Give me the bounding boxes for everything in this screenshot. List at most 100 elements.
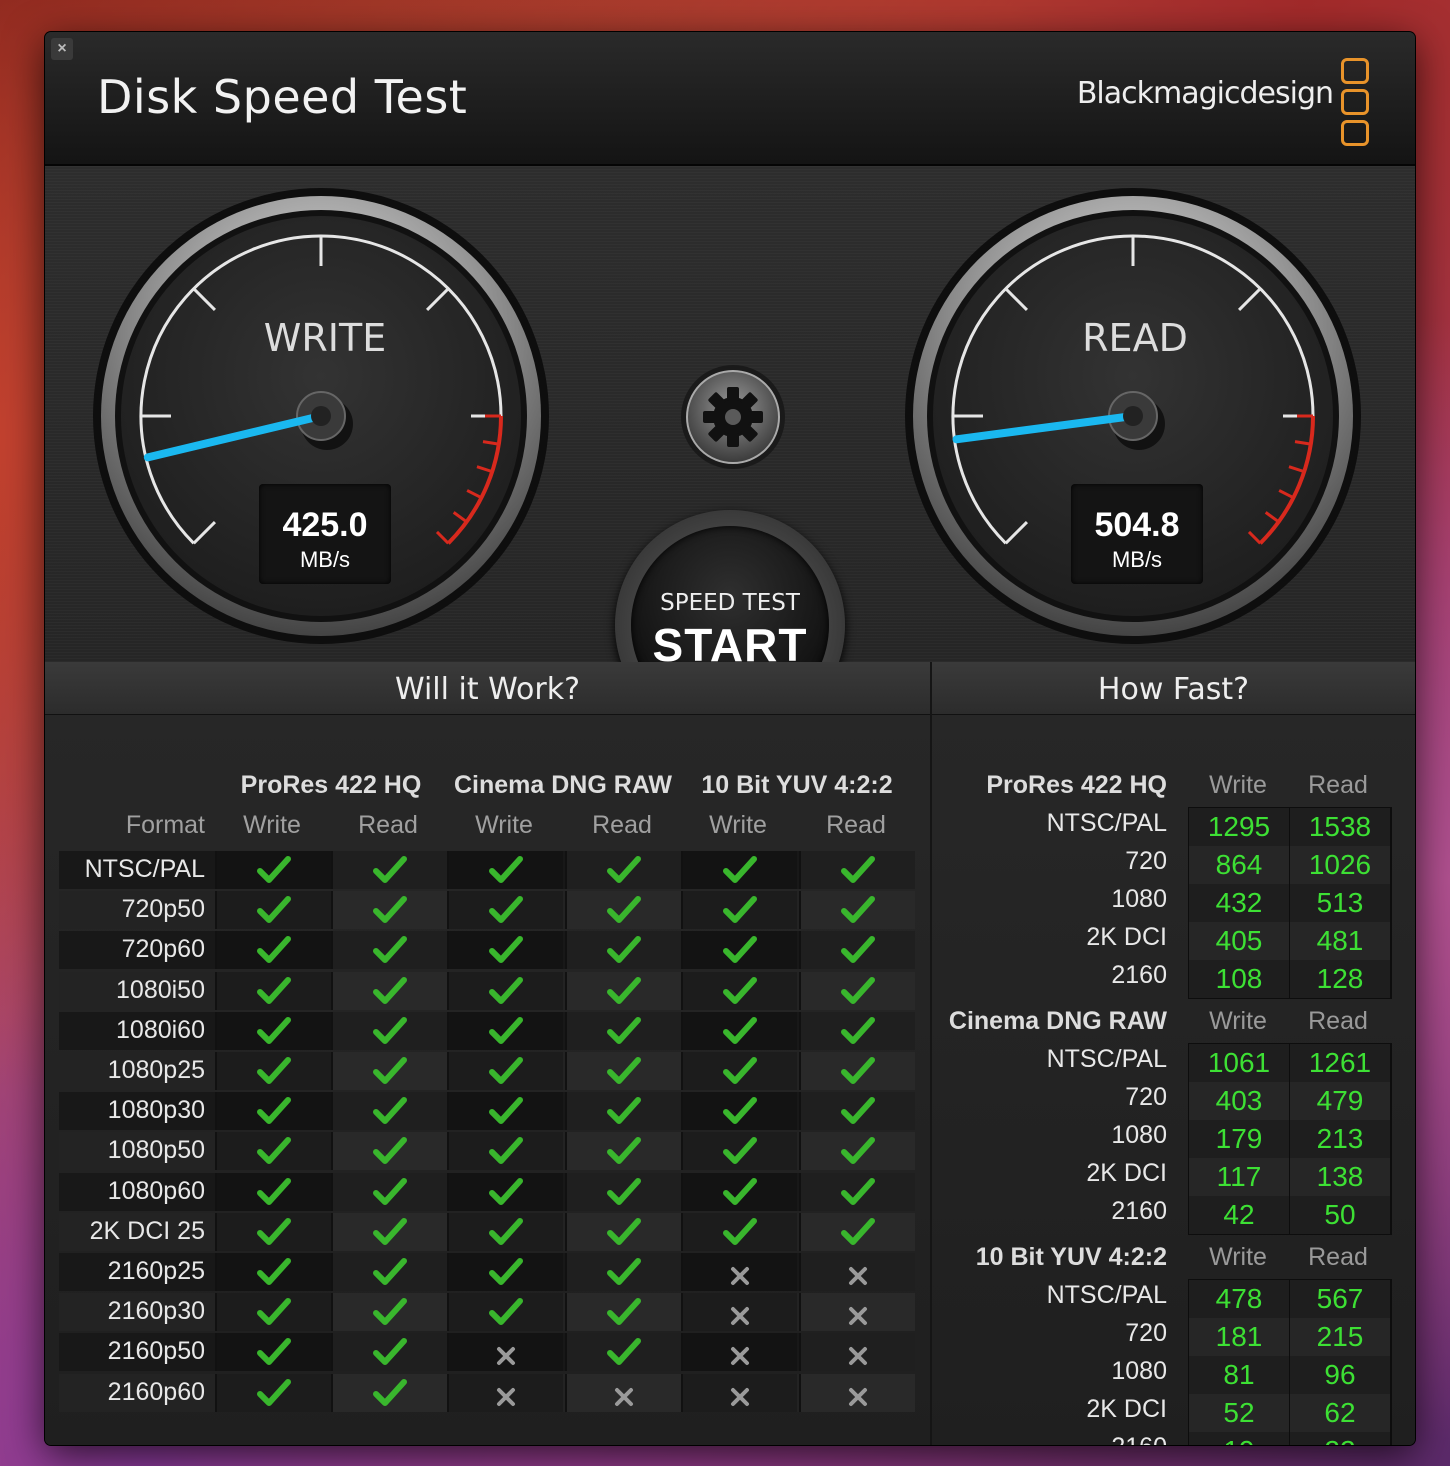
how-fast-read-value: 215: [1290, 1318, 1390, 1356]
format-label: 2K DCI 25: [89, 1216, 205, 1245]
format-label: 1080p30: [107, 1096, 205, 1125]
how-fast-row-label: 2K DCI: [1086, 1395, 1167, 1423]
check-icon: [565, 1293, 681, 1332]
check-icon: [215, 851, 331, 889]
how-fast-group-header: ProRes 422 HQ: [986, 771, 1167, 799]
check-icon: [331, 1092, 447, 1131]
check-icon: [799, 1011, 915, 1050]
check-icon: [799, 1132, 915, 1171]
how-fast-read-value: 567: [1290, 1280, 1390, 1318]
how-fast-row-label: 2160: [932, 1433, 1167, 1445]
check-icon: [215, 931, 331, 970]
check-icon: [565, 1052, 681, 1090]
format-label: 720p50: [121, 895, 205, 924]
will-it-work-panel: Format ProRes 422 HQ Cinema DNG RAW 10 Bit…: [45, 715, 930, 1445]
check-icon: [799, 971, 915, 1010]
check-icon: [215, 891, 331, 930]
check-icon: [447, 931, 563, 970]
cross-icon: [799, 1253, 915, 1291]
check-icon: [331, 1293, 447, 1332]
how-fast-row-label: NTSC/PAL: [1046, 809, 1167, 837]
how-fast-write-value: 179: [1189, 1120, 1289, 1158]
how-fast-row-label: 1080: [1111, 1357, 1167, 1385]
check-icon: [565, 931, 681, 970]
subcolumn-header: Write: [243, 811, 301, 839]
cross-icon: [681, 1333, 797, 1372]
check-icon: [447, 1253, 563, 1291]
check-icon: [215, 1011, 331, 1050]
check-icon: [565, 1172, 681, 1211]
how-fast-row-label: 720: [1125, 847, 1167, 875]
brand-name: Blackmagicdesign: [1076, 76, 1334, 111]
check-icon: [447, 1052, 563, 1090]
read-speed-value: 504.8: [1094, 506, 1180, 544]
check-icon: [565, 851, 681, 889]
check-icon: [331, 1333, 447, 1372]
close-icon[interactable]: ×: [51, 38, 73, 60]
how-fast-read-value: 96: [1290, 1356, 1390, 1394]
blackmagic-logo-icon: [1341, 58, 1369, 151]
check-icon: [215, 1293, 331, 1332]
how-fast-row-label: 2160: [1111, 961, 1167, 989]
check-icon: [799, 931, 915, 970]
how-fast-write-value: 1295: [1189, 808, 1289, 846]
how-fast-read-header: Read: [1308, 1007, 1368, 1035]
format-label: NTSC/PAL: [84, 855, 205, 883]
check-icon: [331, 1172, 447, 1211]
format-label: 1080i50: [116, 975, 205, 1004]
check-icon: [681, 1092, 797, 1131]
start-button-caption: SPEED TEST: [660, 590, 800, 616]
cross-icon: [565, 1373, 681, 1412]
format-label: 2160p25: [107, 1257, 205, 1285]
check-icon: [681, 931, 797, 970]
check-icon: [799, 1092, 915, 1131]
how-fast-write-value: 478: [1189, 1280, 1289, 1318]
check-icon: [799, 1172, 915, 1211]
check-icon: [215, 1092, 331, 1131]
how-fast-write-header: Write: [1209, 771, 1267, 799]
how-fast-read-value: 481: [1290, 922, 1390, 960]
how-fast-write-value: 117: [1189, 1158, 1289, 1196]
check-icon: [447, 1212, 563, 1251]
format-label: 1080p60: [107, 1176, 205, 1205]
write-speed-value: 425.0: [282, 506, 368, 544]
check-icon: [215, 1373, 331, 1412]
subcolumn-header: Read: [592, 811, 652, 839]
how-fast-row-label: 2K DCI: [1086, 923, 1167, 951]
cross-icon: [681, 1253, 797, 1291]
check-icon: [565, 1011, 681, 1050]
check-icon: [215, 1172, 331, 1211]
check-icon: [215, 1253, 331, 1291]
check-icon: [799, 891, 915, 930]
check-icon: [799, 1212, 915, 1251]
how-fast-row-label: 720: [1125, 1319, 1167, 1347]
how-fast-write-value: 19: [1189, 1432, 1289, 1445]
cross-icon: [447, 1333, 563, 1372]
check-icon: [681, 1132, 797, 1171]
how-fast-panel: ProRes 422 HQ Write Read NTSC/PAL 1295 1538 72…: [932, 715, 1415, 1445]
how-fast-write-value: 181: [1189, 1318, 1289, 1356]
check-icon: [565, 1092, 681, 1131]
how-fast-group-header: 10 Bit YUV 4:2:2: [975, 1243, 1167, 1271]
check-icon: [331, 1011, 447, 1050]
check-icon: [215, 971, 331, 1010]
check-icon: [565, 1253, 681, 1291]
how-fast-row-label: NTSC/PAL: [1046, 1045, 1167, 1073]
gear-icon: [681, 365, 785, 469]
how-fast-write-value: 52: [1189, 1394, 1289, 1432]
write-readout: 425.0 MB/s: [259, 484, 391, 584]
check-icon: [799, 851, 915, 889]
cross-icon: [681, 1373, 797, 1412]
check-icon: [215, 1212, 331, 1251]
how-fast-write-value: 403: [1189, 1082, 1289, 1120]
check-icon: [331, 931, 447, 970]
check-icon: [331, 1373, 447, 1412]
read-readout: 504.8 MB/s: [1071, 484, 1203, 584]
check-icon: [215, 1052, 331, 1090]
format-label: 1080p25: [107, 1056, 205, 1084]
how-fast-read-value: 479: [1290, 1082, 1390, 1120]
settings-button[interactable]: [678, 362, 788, 472]
how-fast-row-label: 720: [1125, 1083, 1167, 1111]
subcolumn-header: Write: [709, 811, 767, 839]
check-icon: [681, 1052, 797, 1090]
